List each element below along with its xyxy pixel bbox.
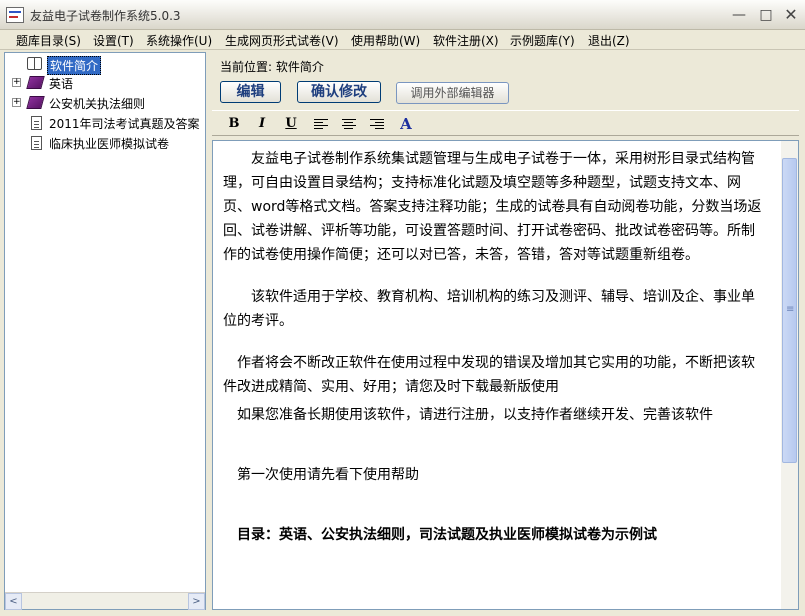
book-icon xyxy=(26,96,45,109)
tree-horizontal-scrollbar[interactable]: < > xyxy=(5,592,205,610)
tree-item-police-rules[interactable]: + 公安机关执法细则 xyxy=(5,94,205,112)
expand-icon[interactable]: + xyxy=(12,98,21,107)
menu-register[interactable]: 软件注册(X) xyxy=(433,32,499,49)
paragraph: 作者将会不断改正软件在使用过程中发现的错误及增加其它实用的功能，不断把该软件改进… xyxy=(223,355,755,395)
book-icon xyxy=(26,76,45,89)
app-window: 友益电子试卷制作系统5.0.3 — □ ✕ 题库目录(S) 设置(T) 系统操作… xyxy=(0,0,805,616)
editor-vertical-scrollbar[interactable] xyxy=(781,141,798,609)
paragraph: 第一次使用请先看下使用帮助 xyxy=(237,467,419,483)
paragraph: 如果您准备长期使用该软件，请进行注册，以支持作者继续开发、完善该软件 xyxy=(237,407,713,423)
tree-item-label: 公安机关执法细则 xyxy=(49,97,146,111)
window-title: 友益电子试卷制作系统5.0.3 xyxy=(30,9,181,23)
minimize-button[interactable]: — xyxy=(728,5,750,25)
menu-generate-web[interactable]: 生成网页形式试卷(V) xyxy=(225,32,339,49)
italic-button[interactable]: I xyxy=(252,115,272,133)
tree-item-label: 2011年司法考试真题及答案 xyxy=(49,117,200,131)
paragraph: 目录：英语、公安执法细则，司法试题及执业医师模拟试卷为示例试 xyxy=(237,527,657,543)
content-editor[interactable]: 友益电子试卷制作系统集试题管理与生成电子试卷于一体，采用树形目录式结构管理，可自… xyxy=(212,140,799,610)
font-color-button[interactable]: A xyxy=(396,115,416,133)
title-bar: 友益电子试卷制作系统5.0.3 — □ ✕ xyxy=(0,0,805,30)
maximize-button[interactable]: □ xyxy=(755,5,777,25)
tree-item-judicial-exam[interactable]: 2011年司法考试真题及答案 xyxy=(5,114,205,132)
paragraph: 友益电子试卷制作系统集试题管理与生成电子试卷于一体，采用树形目录式结构管理，可自… xyxy=(223,151,762,263)
close-button[interactable]: ✕ xyxy=(780,5,802,25)
tree-item-english[interactable]: + 英语 xyxy=(5,74,205,92)
external-editor-button[interactable]: 调用外部编辑器 xyxy=(396,82,509,104)
menu-sample-bank[interactable]: 示例题库(Y) xyxy=(510,32,575,49)
bold-button[interactable]: B xyxy=(224,115,244,133)
scroll-right-button[interactable]: > xyxy=(188,593,205,610)
menu-bar: 题库目录(S) 设置(T) 系统操作(U) 生成网页形式试卷(V) 使用帮助(W… xyxy=(0,30,805,50)
content-panel: 当前位置: 软件简介 编辑 确认修改 调用外部编辑器 B I U A 友益电子试… xyxy=(210,52,801,612)
align-center-icon[interactable] xyxy=(342,119,356,130)
document-icon xyxy=(31,136,42,150)
book-open-icon xyxy=(27,57,42,70)
document-icon xyxy=(31,116,42,130)
editor-content: 友益电子试卷制作系统集试题管理与生成电子试卷于一体，采用树形目录式结构管理，可自… xyxy=(223,147,768,547)
breadcrumb: 当前位置: 软件简介 xyxy=(220,60,324,74)
scrollbar-thumb[interactable] xyxy=(782,158,797,463)
paragraph: 该软件适用于学校、教育机构、培训机构的练习及测评、辅导、培训及企、事业单位的考评… xyxy=(223,289,755,329)
menu-help[interactable]: 使用帮助(W) xyxy=(351,32,420,49)
menu-exit[interactable]: 退出(Z) xyxy=(588,32,630,49)
tree-item-intro[interactable]: 软件简介 xyxy=(5,55,205,75)
menu-settings[interactable]: 设置(T) xyxy=(93,32,134,49)
align-right-icon[interactable] xyxy=(370,119,384,130)
edit-button[interactable]: 编辑 xyxy=(220,81,281,103)
tree-item-label: 软件简介 xyxy=(47,56,102,75)
menu-system[interactable]: 系统操作(U) xyxy=(146,32,212,49)
underline-button[interactable]: U xyxy=(281,115,301,133)
directory-tree: 软件简介 + 英语 + 公安机关执法细则 2011年司法考试真题及答案 临床执业… xyxy=(4,52,206,610)
scroll-left-button[interactable]: < xyxy=(5,593,22,610)
tree-item-medical-exam[interactable]: 临床执业医师模拟试卷 xyxy=(5,134,205,152)
app-icon xyxy=(6,7,24,23)
tree-item-label: 英语 xyxy=(49,77,74,91)
menu-question-bank[interactable]: 题库目录(S) xyxy=(16,32,81,49)
align-left-icon[interactable] xyxy=(314,119,328,130)
expand-icon[interactable]: + xyxy=(12,78,21,87)
tree-item-label: 临床执业医师模拟试卷 xyxy=(49,137,170,151)
confirm-edit-button[interactable]: 确认修改 xyxy=(297,81,381,103)
format-toolbar: B I U A xyxy=(212,110,799,136)
